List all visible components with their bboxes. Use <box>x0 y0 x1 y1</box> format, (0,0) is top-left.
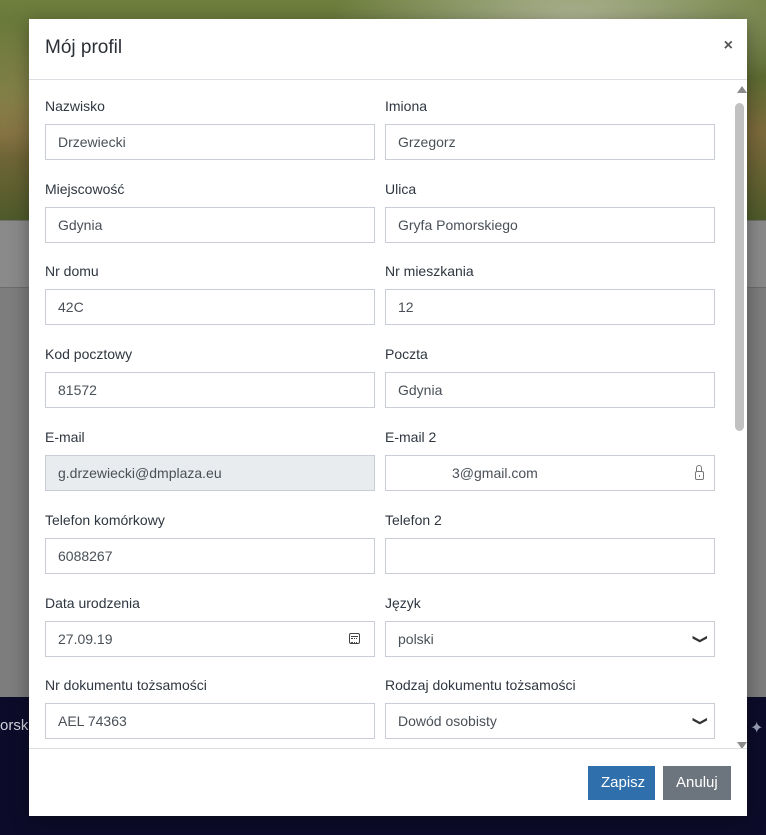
first-names-input[interactable]: Grzegorz <box>385 124 715 160</box>
field-label: Imiona <box>385 98 428 114</box>
birth-date-input[interactable]: 27.09.19 <box>45 621 375 657</box>
phone2-input[interactable] <box>385 538 715 574</box>
field-miejscowosc: Miejscowość Gdynia <box>45 179 375 243</box>
field-label: Rodzaj dokumentu tożsamości <box>385 677 576 693</box>
id-document-type-select[interactable]: Dowód osobisty ❯ <box>385 703 715 739</box>
chevron-down-icon: ❯ <box>692 715 710 727</box>
field-jezyk: Język polski ❯ <box>385 593 715 657</box>
apartment-number-input[interactable]: 12 <box>385 289 715 325</box>
field-label: Telefon komórkowy <box>45 512 165 528</box>
modal-title: Mój profil <box>45 37 123 58</box>
calendar-icon[interactable] <box>349 633 360 644</box>
email-field: g.drzewiecki@dmplaza.eu <box>45 455 375 491</box>
field-email: E-mail g.drzewiecki@dmplaza.eu <box>45 427 375 491</box>
field-poczta: Poczta Gdynia <box>385 344 715 408</box>
field-label: Nr domu <box>45 263 99 279</box>
house-number-input[interactable]: 42C <box>45 289 375 325</box>
field-label: Język <box>385 595 421 611</box>
id-document-number-input[interactable]: AEL 74363 <box>45 703 375 739</box>
field-nr-domu: Nr domu 42C <box>45 261 375 325</box>
field-kod-pocztowy: Kod pocztowy 81572 <box>45 344 375 408</box>
field-nazwisko: Nazwisko Drzewiecki <box>45 96 375 160</box>
thumbs-up-icon: ✦ <box>750 720 764 737</box>
city-input[interactable]: Gdynia <box>45 207 375 243</box>
field-label: Telefon 2 <box>385 512 442 528</box>
field-label: Nr dokumentu tożsamości <box>45 677 207 693</box>
field-label: Kod pocztowy <box>45 346 133 362</box>
lock-icon[interactable] <box>695 465 704 480</box>
field-label: E-mail <box>45 429 85 445</box>
field-label: Nazwisko <box>45 98 105 114</box>
modal-scrollbar[interactable] <box>733 86 747 749</box>
chevron-down-icon: ❯ <box>692 633 710 645</box>
cancel-button[interactable]: Anuluj <box>663 766 731 800</box>
email2-field[interactable]: 3@gmail.com <box>385 455 715 491</box>
field-nr-dokumentu: Nr dokumentu tożsamości AEL 74363 <box>45 675 375 739</box>
close-icon[interactable]: × <box>724 37 733 55</box>
field-label: Nr mieszkania <box>385 263 474 279</box>
field-telefon2: Telefon 2 <box>385 510 715 574</box>
post-office-input[interactable]: Gdynia <box>385 372 715 408</box>
mobile-phone-input[interactable]: 6088267 <box>45 538 375 574</box>
scrollbar-thumb[interactable] <box>735 103 744 431</box>
postal-code-input[interactable]: 81572 <box>45 372 375 408</box>
field-rodzaj-dokumentu: Rodzaj dokumentu tożsamości Dowód osobis… <box>385 675 715 739</box>
language-select[interactable]: polski ❯ <box>385 621 715 657</box>
field-telefon-komorkowy: Telefon komórkowy 6088267 <box>45 510 375 574</box>
field-label: Poczta <box>385 346 428 362</box>
profile-modal: Mój profil × Nazwisko Drzewiecki Imiona … <box>29 19 747 816</box>
field-label: Ulica <box>385 181 417 197</box>
modal-footer: Zapisz Anuluj <box>29 748 747 817</box>
field-label: Data urodzenia <box>45 595 140 611</box>
field-nr-mieszkania: Nr mieszkania 12 <box>385 261 715 325</box>
field-ulica: Ulica Gryfa Pomorskiego <box>385 179 715 243</box>
field-imiona: Imiona Grzegorz <box>385 96 715 160</box>
save-button[interactable]: Zapisz <box>588 766 655 800</box>
field-data-urodzenia: Data urodzenia 27.09.19 <box>45 593 375 657</box>
modal-body: Nazwisko Drzewiecki Imiona Grzegorz Miej… <box>29 80 747 748</box>
modal-header: Mój profil × <box>29 19 747 80</box>
field-label: Miejscowość <box>45 181 125 197</box>
surname-input[interactable]: Drzewiecki <box>45 124 375 160</box>
street-input[interactable]: Gryfa Pomorskiego <box>385 207 715 243</box>
field-email2: E-mail 2 3@gmail.com <box>385 427 715 491</box>
field-label: E-mail 2 <box>385 429 437 445</box>
scroll-up-arrow-icon[interactable] <box>737 86 747 93</box>
